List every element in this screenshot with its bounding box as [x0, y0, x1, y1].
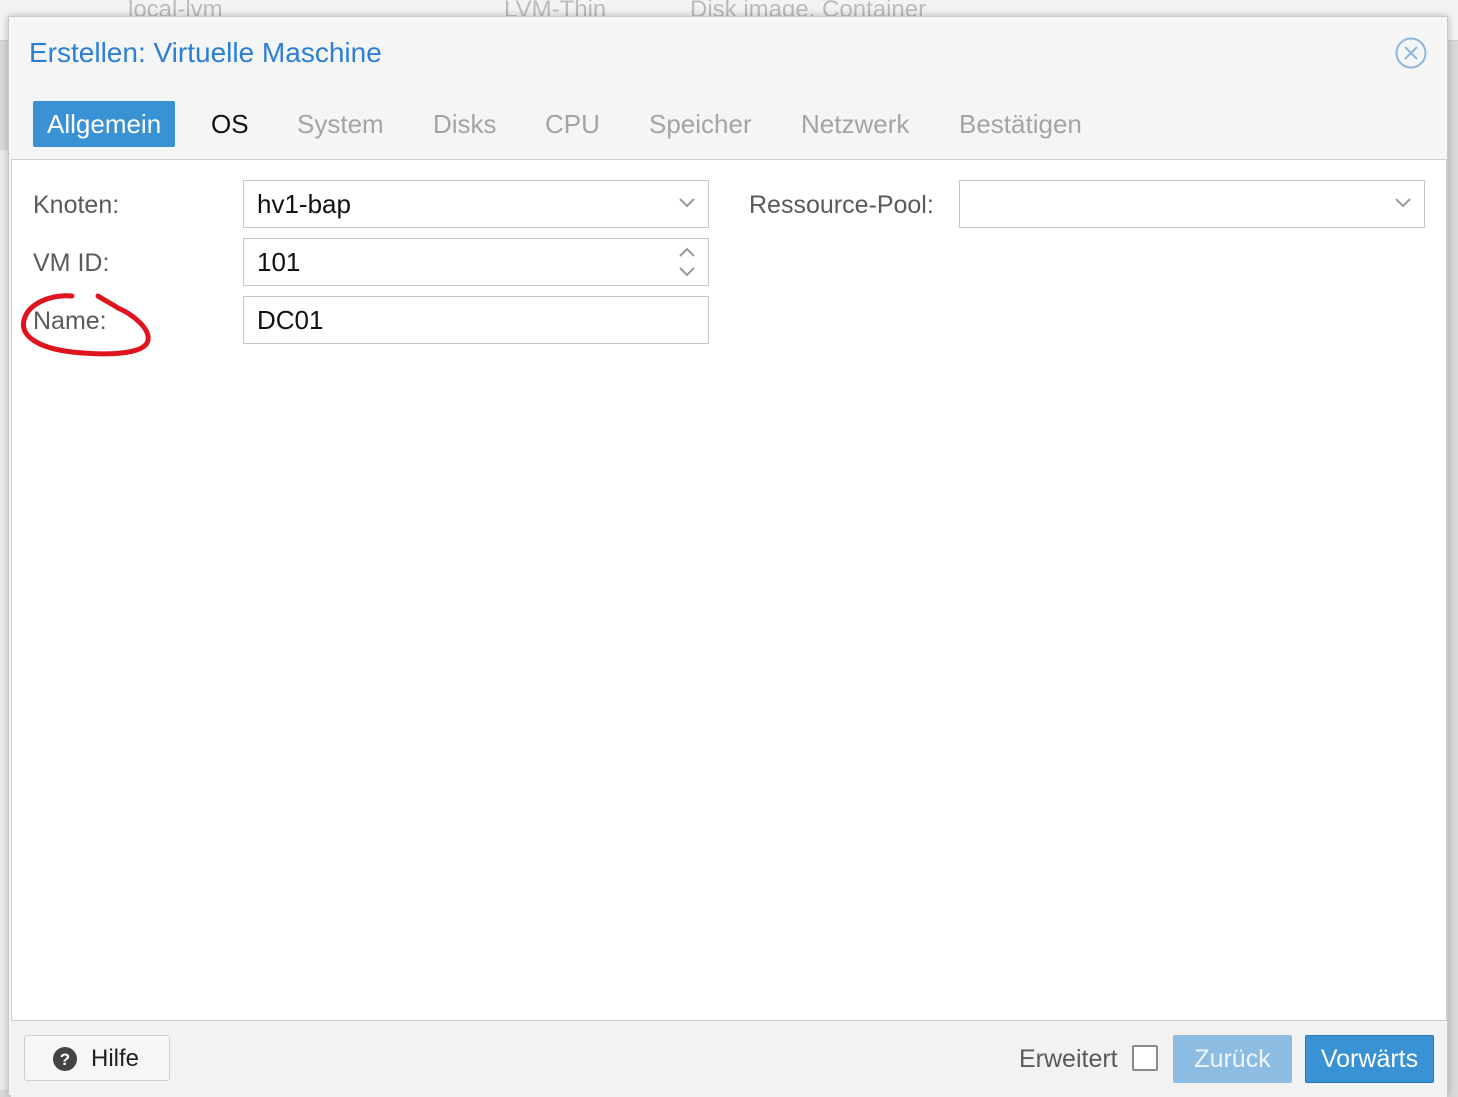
- help-label: Hilfe: [91, 1045, 140, 1072]
- vmid-value: 101: [257, 247, 301, 277]
- name-value: DC01: [257, 305, 324, 335]
- tab-netzwerk[interactable]: Netzwerk: [801, 101, 909, 147]
- annotation-circle: [20, 293, 151, 357]
- tab-os[interactable]: OS: [211, 101, 249, 147]
- pool-label: Ressource-Pool:: [749, 191, 934, 219]
- general-panel: Knoten: hv1-bap VM ID: 101 Name: DC01 Re…: [11, 159, 1447, 1021]
- advanced-checkbox[interactable]: [1132, 1045, 1158, 1071]
- close-icon[interactable]: [1395, 37, 1427, 69]
- chevron-down-icon[interactable]: [678, 196, 696, 210]
- create-vm-dialog: Erstellen: Virtuelle Maschine Allgemein …: [8, 16, 1448, 1097]
- next-button[interactable]: Vorwärts: [1305, 1035, 1434, 1083]
- vmid-spinner[interactable]: 101: [243, 238, 709, 286]
- node-value: hv1-bap: [257, 189, 351, 219]
- tab-system[interactable]: System: [297, 101, 384, 147]
- spinner-arrows-icon[interactable]: [678, 245, 696, 279]
- tab-bestaetigen[interactable]: Bestätigen: [959, 101, 1082, 147]
- name-input[interactable]: DC01: [243, 296, 709, 344]
- dialog-footer: ? Hilfe Erweitert Zurück Vorwärts: [11, 1021, 1447, 1097]
- question-icon: ?: [53, 1047, 77, 1071]
- node-select[interactable]: hv1-bap: [243, 180, 709, 228]
- help-button[interactable]: ? Hilfe: [24, 1035, 170, 1081]
- chevron-down-icon[interactable]: [1394, 196, 1412, 210]
- tab-cpu[interactable]: CPU: [545, 101, 600, 147]
- advanced-label: Erweitert: [1019, 1045, 1118, 1073]
- back-button[interactable]: Zurück: [1173, 1035, 1292, 1083]
- pool-select[interactable]: [959, 180, 1425, 228]
- tab-allgemein[interactable]: Allgemein: [33, 101, 176, 147]
- tab-speicher[interactable]: Speicher: [649, 101, 752, 147]
- dialog-title: Erstellen: Virtuelle Maschine: [29, 37, 382, 68]
- node-label: Knoten:: [33, 191, 120, 219]
- svg-text:?: ?: [60, 1050, 70, 1069]
- tab-disks[interactable]: Disks: [433, 101, 497, 147]
- vmid-label: VM ID:: [33, 249, 110, 277]
